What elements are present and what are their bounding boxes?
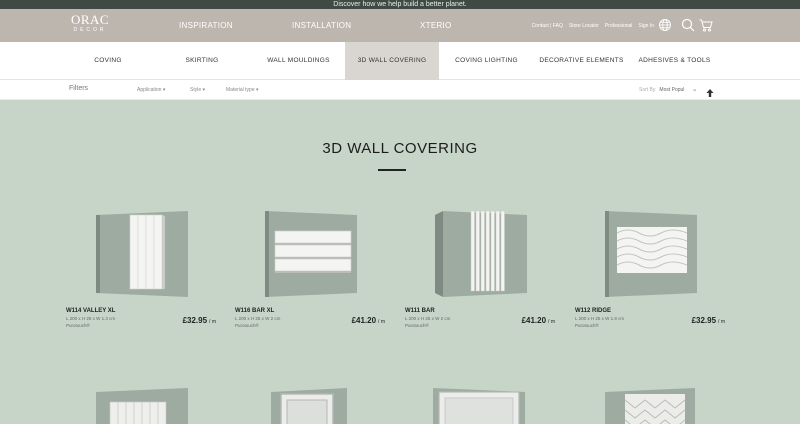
sort-label: Sort By (639, 87, 656, 93)
product-image[interactable] (405, 205, 555, 305)
style-filter[interactable]: Style ▾ (190, 80, 205, 100)
application-filter-label: Application (137, 87, 162, 93)
product-name[interactable]: W114 VALLEY XL (66, 308, 115, 314)
nav-xterio[interactable]: XTERIO (420, 9, 452, 42)
product-image[interactable] (575, 378, 725, 424)
product-price: £41.20/ m (352, 316, 385, 325)
category-skirting[interactable]: SKIRTING (152, 42, 252, 80)
contact-faq-link[interactable]: Contact | FAQ (532, 23, 563, 29)
product-card[interactable]: W116 BAR XL L 200 x H 25 x W 2 cm Puroto… (235, 205, 385, 335)
category-wall-mouldings[interactable]: WALL MOULDINGS (252, 42, 345, 80)
product-material: Purotouch® (235, 323, 259, 328)
application-filter[interactable]: Application ▾ (137, 80, 165, 100)
filters-label: Filters (69, 85, 89, 92)
professional-link[interactable]: Professional (605, 23, 633, 29)
nav-inspiration[interactable]: INSPIRATION (179, 9, 233, 42)
product-name[interactable]: W112 RIDGE (575, 308, 611, 314)
announcement-bar[interactable]: Discover how we help build a better plan… (0, 0, 800, 9)
material-type-filter-label: Material type (226, 87, 255, 93)
product-price-unit: / m (378, 319, 385, 325)
product-dimensions: L 200 x H 25 x W 2 cm (235, 316, 281, 321)
product-price-unit: / m (718, 319, 725, 325)
product-price-value: £41.20 (521, 316, 547, 325)
category-decorative-elements[interactable]: DECORATIVE ELEMENTS (534, 42, 629, 80)
filter-bar: Filters Application ▾ Style ▾ Material t… (0, 80, 800, 100)
sort-control[interactable]: Sort By Most Popul ⌄ (639, 80, 698, 100)
product-price: £41.20/ m (522, 316, 555, 325)
product-card[interactable]: W114 VALLEY XL L 200 x H 25 x W 1.3 cm P… (66, 205, 216, 335)
category-nav: COVING SKIRTING WALL MOULDINGS 3D WALL C… (0, 42, 800, 80)
announcement-text[interactable]: Discover how we help build a better plan… (333, 1, 466, 8)
product-dimensions: L 200 x H 25 x W 1.3 cm (66, 316, 116, 321)
product-price-unit: / m (209, 319, 216, 325)
category-3d-wall-covering[interactable]: 3D WALL COVERING (345, 42, 439, 80)
product-image[interactable] (575, 205, 725, 305)
product-dimensions: L 200 x H 25 x W 2 cm (405, 316, 451, 321)
chevron-down-icon: ▾ (256, 87, 259, 93)
sign-in-link[interactable]: Sign In (638, 23, 654, 29)
product-image[interactable] (66, 378, 216, 424)
utility-links: Contact | FAQ Store Locator Professional… (532, 9, 654, 42)
brand-logo[interactable]: ORAC DECOR (68, 12, 112, 34)
product-price: £32.95/ m (183, 316, 216, 325)
product-price: £32.95/ m (692, 316, 725, 325)
page-title: 3D WALL COVERING (322, 140, 478, 157)
store-locator-link[interactable]: Store Locator (569, 23, 599, 29)
brand-logo-sub: DECOR (73, 27, 107, 33)
product-dimensions: L 200 x H 25 x W 1.9 cm (575, 316, 625, 321)
product-image[interactable] (235, 378, 385, 424)
chevron-down-icon: ⌄ (691, 86, 698, 93)
category-coving[interactable]: COVING (64, 42, 152, 80)
product-price-value: £41.20 (351, 316, 377, 325)
brand-logo-main: ORAC (70, 12, 110, 27)
chevron-down-icon: ▾ (162, 87, 166, 93)
category-coving-lighting[interactable]: COVING LIGHTING (439, 42, 534, 80)
product-price-value: £32.95 (691, 316, 717, 325)
globe-icon[interactable] (658, 18, 672, 32)
cart-icon[interactable] (699, 18, 713, 32)
chevron-down-icon: ▾ (202, 87, 206, 93)
product-price-unit: / m (548, 319, 555, 325)
sort-value: Most Popul (659, 87, 685, 93)
material-type-filter[interactable]: Material type ▾ (226, 80, 259, 100)
category-adhesives-tools[interactable]: ADHESIVES & TOOLS (629, 42, 720, 80)
product-material: Purotouch® (405, 323, 429, 328)
style-filter-label: Style (190, 87, 202, 93)
product-card[interactable]: W111 BAR L 200 x H 25 x W 2 cm Purotouch… (405, 205, 555, 335)
product-card[interactable]: W112 RIDGE L 200 x H 25 x W 1.9 cm Purot… (575, 205, 725, 335)
search-icon[interactable] (681, 18, 695, 32)
product-image[interactable] (66, 205, 216, 305)
product-material: Purotouch® (575, 323, 599, 328)
sort-direction-arrow-icon[interactable] (706, 85, 714, 97)
product-price-value: £32.95 (182, 316, 208, 325)
product-material: Purotouch® (66, 323, 90, 328)
product-name[interactable]: W116 BAR XL (235, 308, 274, 314)
product-name[interactable]: W111 BAR (405, 308, 435, 314)
product-image[interactable] (235, 205, 385, 305)
nav-installation[interactable]: INSTALLATION (292, 9, 351, 42)
title-divider (378, 169, 406, 171)
product-image[interactable] (405, 378, 555, 424)
site-header: ORAC DECOR INSPIRATION INSTALLATION XTER… (0, 9, 800, 42)
